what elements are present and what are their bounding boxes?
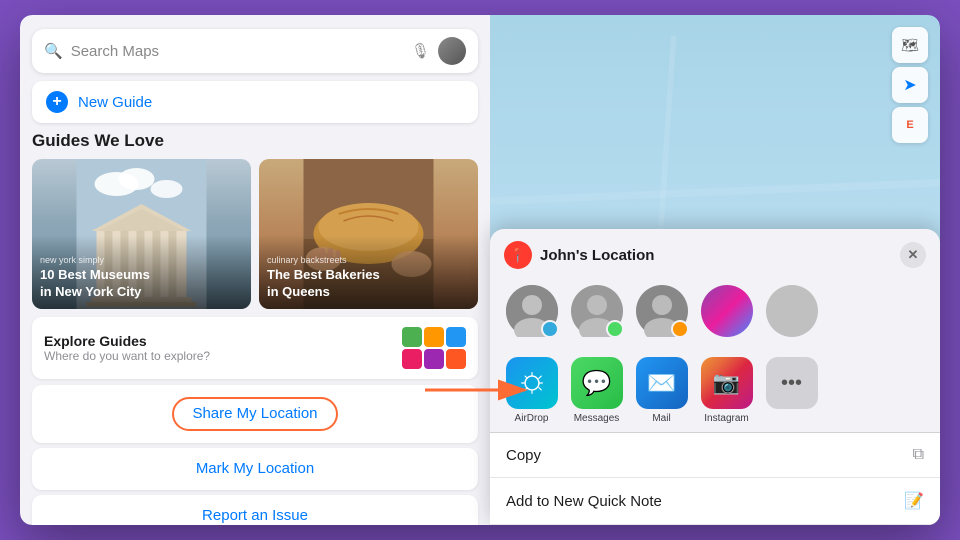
arrow-indicator [420, 370, 540, 415]
plus-icon: + [46, 91, 68, 113]
compass-button[interactable]: E [892, 107, 928, 143]
contact-item[interactable] [699, 285, 754, 341]
mark-location-label: Mark My Location [196, 460, 314, 477]
bakery-label: The Best Bakeriesin Queens [267, 267, 470, 301]
search-icon: 🔍 [44, 42, 63, 60]
explore-icon-3 [446, 327, 466, 347]
contact-avatar-5 [766, 285, 818, 337]
contact-badge-3 [671, 320, 689, 338]
contact-avatar-4 [701, 285, 753, 337]
share-location-label: Share My Location [172, 397, 337, 431]
instagram-icon: 📷 [701, 357, 753, 409]
copy-icon: ⧉ [913, 446, 924, 464]
bakery-card-overlay: culinary backstreets The Best Bakeriesin… [259, 235, 478, 309]
explore-icons [402, 327, 466, 369]
new-guide-label: New Guide [78, 94, 152, 111]
explore-guides-section[interactable]: Explore Guides Where do you want to expl… [32, 317, 478, 379]
mark-location-button[interactable]: Mark My Location [32, 448, 478, 490]
guides-grid: new york simply 10 Best Museumsin New Yo… [32, 159, 478, 309]
more-icon: ••• [766, 357, 818, 409]
app-icons-row: AirDrop 💬 Messages ✉️ Mail 📷 [490, 349, 940, 432]
guides-section: Guides We Love [20, 131, 490, 317]
more-item[interactable]: ••• [764, 357, 819, 424]
explore-text: Explore Guides Where do you want to expl… [44, 333, 402, 363]
mail-icon: ✉️ [636, 357, 688, 409]
contact-badge-2 [606, 320, 624, 338]
share-location-button[interactable]: Share My Location [32, 385, 478, 443]
copy-label: Copy [506, 447, 913, 464]
quick-note-action[interactable]: Add to New Quick Note 📝 [490, 478, 940, 525]
instagram-item[interactable]: 📷 Instagram [699, 357, 754, 424]
share-close-button[interactable]: ✕ [900, 242, 926, 268]
instagram-label: Instagram [704, 413, 748, 424]
explore-title: Explore Guides [44, 333, 402, 349]
explore-icon-5 [424, 349, 444, 369]
report-issue-label: Report an Issue [202, 507, 308, 524]
museum-brand: new york simply [40, 255, 243, 265]
search-bar[interactable]: 🔍 Search Maps 🎙 [32, 29, 478, 73]
copy-action[interactable]: Copy ⧉ [490, 433, 940, 478]
museum-label: 10 Best Museumsin New York City [40, 267, 243, 301]
contact-avatar-2 [571, 285, 623, 337]
map-view-button[interactable]: 🗺 [892, 27, 928, 63]
explore-subtitle: Where do you want to explore? [44, 349, 402, 363]
bakery-brand: culinary backstreets [267, 255, 470, 265]
explore-icon-2 [424, 327, 444, 347]
quick-note-icon: 📝 [904, 491, 924, 511]
contact-avatar-1 [506, 285, 558, 337]
contacts-row [490, 277, 940, 349]
quick-note-label: Add to New Quick Note [506, 493, 904, 510]
messages-icon: 💬 [571, 357, 623, 409]
mail-label: Mail [652, 413, 670, 424]
mail-item[interactable]: ✉️ Mail [634, 357, 689, 424]
messages-item[interactable]: 💬 Messages [569, 357, 624, 424]
contact-avatar-3 [636, 285, 688, 337]
mic-icon[interactable]: 🎙 [411, 42, 430, 60]
location-pin-icon: 📍 [504, 241, 532, 269]
contact-item[interactable] [569, 285, 624, 341]
map-controls: 🗺 ➤ E [892, 27, 928, 143]
maps-panel: 🔍 Search Maps 🎙 + New Guide Guides We Lo… [20, 15, 490, 525]
contact-item[interactable] [504, 285, 559, 341]
share-actions: Copy ⧉ Add to New Quick Note 📝 [490, 432, 940, 525]
user-avatar[interactable] [438, 37, 466, 65]
guide-card-museums[interactable]: new york simply 10 Best Museumsin New Yo… [32, 159, 251, 309]
contact-item[interactable] [764, 285, 819, 341]
contact-item[interactable] [634, 285, 689, 341]
new-guide-button[interactable]: + New Guide [32, 81, 478, 123]
explore-icon-6 [446, 349, 466, 369]
location-button[interactable]: ➤ [892, 67, 928, 103]
contact-badge-1 [541, 320, 559, 338]
explore-icon-4 [402, 349, 422, 369]
messages-label: Messages [574, 413, 620, 424]
guides-title: Guides We Love [32, 131, 478, 151]
share-sheet-header: 📍 John's Location ✕ [490, 229, 940, 277]
guide-card-bakeries[interactable]: culinary backstreets The Best Bakeriesin… [259, 159, 478, 309]
share-sheet-title: John's Location [540, 247, 900, 264]
map-panel: 🗺 ➤ E 📍 John's Location ✕ [490, 15, 940, 525]
report-issue-button[interactable]: Report an Issue [32, 495, 478, 525]
share-sheet: 📍 John's Location ✕ [490, 229, 940, 525]
explore-icon-1 [402, 327, 422, 347]
search-input[interactable]: Search Maps [71, 43, 411, 60]
museum-card-overlay: new york simply 10 Best Museumsin New Yo… [32, 235, 251, 309]
device-container: 🔍 Search Maps 🎙 + New Guide Guides We Lo… [20, 15, 940, 525]
